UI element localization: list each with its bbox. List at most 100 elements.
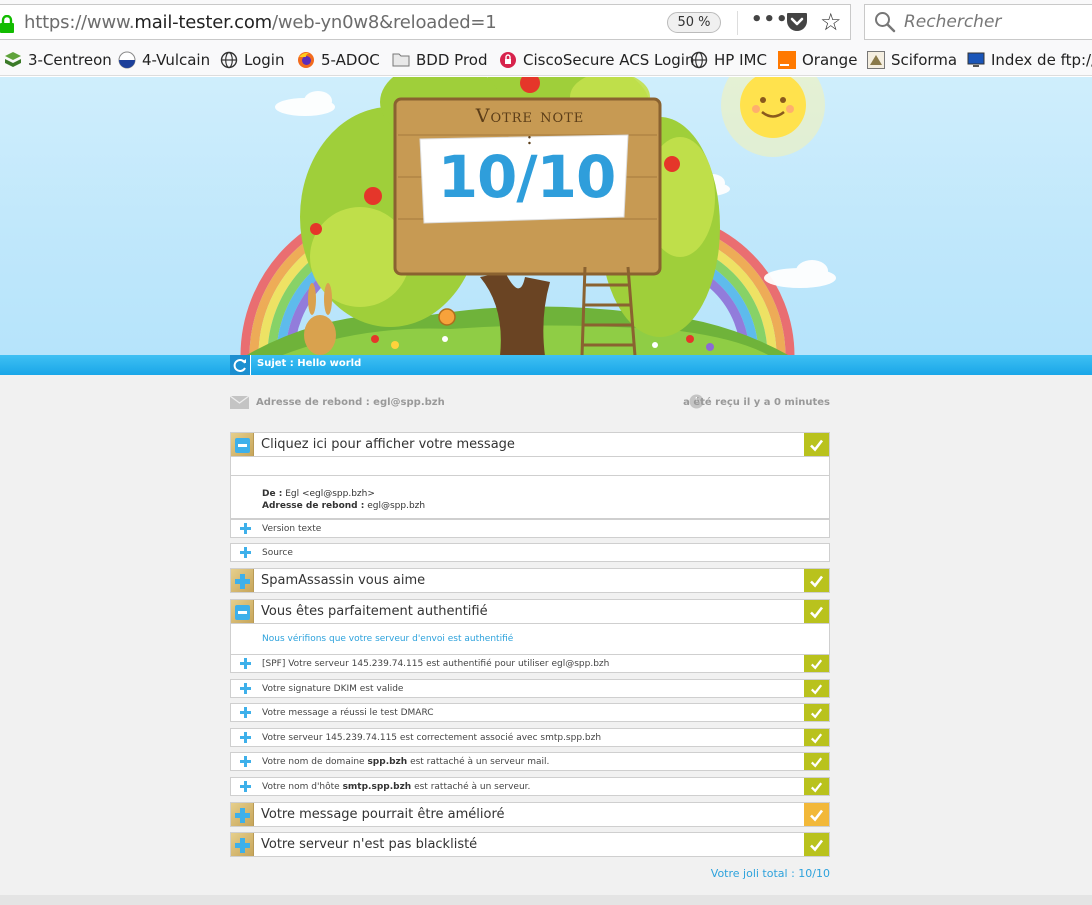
check-icon xyxy=(810,707,823,719)
section-spamassassin-header[interactable]: SpamAssassin vous aime xyxy=(230,568,830,593)
item-toggle[interactable] xyxy=(231,778,254,795)
auth-check-dkim[interactable]: Votre signature DKIM est valide xyxy=(230,679,830,698)
check-icon xyxy=(810,809,824,821)
firefox-icon xyxy=(298,52,314,68)
status-check xyxy=(804,729,829,746)
plus-icon xyxy=(235,808,250,823)
page-actions-more-icon[interactable]: ••• xyxy=(751,9,789,30)
bookmark-star-icon[interactable]: ☆ xyxy=(820,8,842,36)
check-icon xyxy=(810,439,824,451)
item-toggle[interactable] xyxy=(231,704,254,721)
bounce-address: Adresse de rebond : egl@spp.bzh xyxy=(256,397,445,408)
message-item-text-version[interactable]: Version texte xyxy=(230,519,830,538)
status-check xyxy=(804,569,829,592)
auth-check-spf[interactable]: [SPF] Votre serveur 145.239.74.115 est a… xyxy=(230,654,830,673)
section-toggle[interactable] xyxy=(231,833,254,856)
vulcain-icon xyxy=(118,51,136,69)
bookmark-item[interactable]: Index de ftp://f xyxy=(967,49,1092,71)
meta-row: Adresse de rebond : egl@spp.bzh a été re… xyxy=(230,394,830,412)
item-toggle[interactable] xyxy=(231,544,254,561)
status-check xyxy=(804,704,829,721)
status-check xyxy=(804,600,829,623)
check-icon xyxy=(810,732,823,744)
bookmark-item[interactable]: Login xyxy=(220,49,284,71)
plus-icon xyxy=(240,683,251,694)
refresh-button[interactable] xyxy=(230,355,251,375)
auth-description: Nous vérifions que votre serveur d'envoi… xyxy=(262,634,514,644)
plus-icon xyxy=(240,732,251,743)
auth-check-hostname[interactable]: Votre nom d'hôte smtp.spp.bzh est rattac… xyxy=(230,777,830,796)
divider xyxy=(737,11,738,35)
bookmark-item[interactable]: BDD Prod xyxy=(392,49,487,71)
pocket-icon[interactable] xyxy=(786,12,808,32)
item-toggle[interactable] xyxy=(231,520,254,537)
item-toggle[interactable] xyxy=(231,680,254,697)
url-text[interactable]: https://www.mail-tester.com/web-yn0w8&re… xyxy=(24,12,497,33)
plus-icon xyxy=(240,523,251,534)
refresh-icon xyxy=(233,359,246,372)
check-icon xyxy=(810,839,824,851)
sciforma-icon xyxy=(867,51,885,69)
message-headers: De : Egl <egl@spp.bzh> Adresse de rebond… xyxy=(262,489,426,511)
section-toggle[interactable] xyxy=(231,569,254,592)
section-blacklist-header[interactable]: Votre serveur n'est pas blacklisté xyxy=(230,832,830,857)
bookmark-item[interactable]: CiscoSecure ACS Login xyxy=(499,49,694,71)
monitor-icon xyxy=(967,52,985,67)
status-check xyxy=(804,655,829,672)
check-icon xyxy=(810,781,823,793)
footer xyxy=(0,895,1092,905)
item-toggle[interactable] xyxy=(231,655,254,672)
check-icon xyxy=(810,756,823,768)
subject-text: Sujet : Hello world xyxy=(257,358,362,369)
section-toggle[interactable] xyxy=(231,803,254,826)
search-icon xyxy=(875,12,896,33)
bookmark-item[interactable]: Orange xyxy=(778,49,857,71)
message-item-source[interactable]: Source xyxy=(230,543,830,562)
score-banner: Votre note : 10/10 xyxy=(0,77,1092,356)
section-title: Votre message pourrait être amélioré xyxy=(261,807,505,822)
section-toggle[interactable] xyxy=(231,433,254,456)
zoom-level-badge[interactable]: 50 % xyxy=(667,12,721,33)
status-check xyxy=(804,753,829,770)
status-check xyxy=(804,778,829,795)
status-check xyxy=(804,833,829,856)
plus-icon xyxy=(240,658,251,669)
status-check xyxy=(804,433,829,456)
plus-icon xyxy=(235,838,250,853)
search-bar[interactable]: Rechercher xyxy=(864,4,1092,40)
sun-icon xyxy=(721,77,825,157)
plus-icon xyxy=(235,574,250,589)
status-warning-check xyxy=(804,803,829,826)
globe-icon xyxy=(690,51,708,69)
minus-icon xyxy=(235,438,250,453)
search-input[interactable]: Rechercher xyxy=(904,12,1001,32)
bookmark-item[interactable]: 4-Vulcain xyxy=(118,49,210,71)
bookmark-item[interactable]: 3-Centreon xyxy=(4,49,112,71)
check-icon xyxy=(810,606,824,618)
globe-icon xyxy=(220,51,238,69)
bookmark-item[interactable]: Sciforma xyxy=(867,49,957,71)
auth-check-dmarc[interactable]: Votre message a réussi le test DMARC xyxy=(230,703,830,722)
item-toggle[interactable] xyxy=(231,729,254,746)
url-bar[interactable]: https://www.mail-tester.com/web-yn0w8&re… xyxy=(0,4,851,40)
section-title: Vous êtes parfaitement authentifié xyxy=(261,604,488,619)
section-title: Votre serveur n'est pas blacklisté xyxy=(261,837,478,852)
auth-check-domain-mx[interactable]: Votre nom de domaine spp.bzh est rattach… xyxy=(230,752,830,771)
bunny-icon xyxy=(304,283,336,355)
minus-icon xyxy=(235,605,250,620)
check-icon xyxy=(810,683,823,695)
cisco-icon xyxy=(500,52,516,68)
bookmark-item[interactable]: 5-ADOC xyxy=(297,49,380,71)
status-check xyxy=(804,680,829,697)
bookmark-item[interactable]: HP IMC xyxy=(690,49,767,71)
item-label: Source xyxy=(262,548,293,558)
plus-icon xyxy=(240,707,251,718)
check-label: [SPF] Votre serveur 145.239.74.115 est a… xyxy=(262,659,610,669)
auth-check-reverse-dns[interactable]: Votre serveur 145.239.74.115 est correct… xyxy=(230,728,830,747)
divider xyxy=(231,475,829,476)
item-toggle[interactable] xyxy=(231,753,254,770)
section-authentication-header[interactable]: Vous êtes parfaitement authentifié xyxy=(230,599,830,624)
section-message-header[interactable]: Cliquez ici pour afficher votre message xyxy=(230,432,830,457)
section-improvements-header[interactable]: Votre message pourrait être amélioré xyxy=(230,802,830,827)
section-toggle[interactable] xyxy=(231,600,254,623)
